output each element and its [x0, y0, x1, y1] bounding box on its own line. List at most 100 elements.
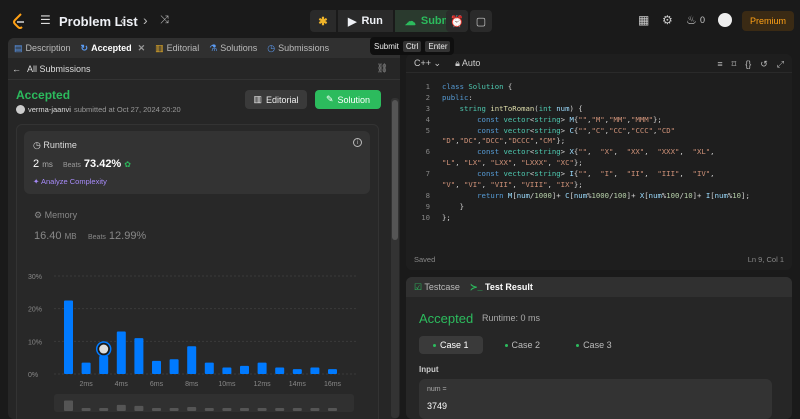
tab-test-result[interactable]: ≻_ Test Result: [470, 282, 533, 293]
clock-icon: ◷: [33, 140, 44, 150]
code-line[interactable]: "V", "VI", "VII", "VIII", "IX"};: [406, 180, 792, 191]
lock-icon: 🔒︎: [455, 57, 460, 68]
code-line[interactable]: 2 public:: [406, 93, 792, 104]
chart-bar: [222, 367, 232, 374]
info-icon[interactable]: i: [353, 138, 362, 147]
chart-bar: [134, 338, 144, 374]
tab-description[interactable]: ▤ Description: [14, 43, 71, 54]
code-text: }: [442, 201, 464, 211]
tab-solutions[interactable]: ⚗ Solutions: [209, 43, 257, 54]
braces-icon[interactable]: {}: [745, 59, 751, 70]
code-line[interactable]: 7 const vector<string> I{"", "I", "II", …: [406, 169, 792, 180]
shuffle-icon[interactable]: ⤨: [160, 14, 169, 27]
your-submission-avatar: [99, 344, 109, 354]
code-line[interactable]: 1 class Solution {: [406, 82, 792, 93]
settings-icon[interactable]: ⚙: [662, 13, 673, 27]
left-scrollbar-thumb[interactable]: [392, 100, 398, 240]
input-label: Input: [419, 365, 439, 374]
back-arrow-icon[interactable]: ←: [12, 64, 21, 74]
code-line[interactable]: 10};: [406, 213, 792, 224]
code-line[interactable]: 5 const vector<string> C{"","C","CC","CC…: [406, 126, 792, 137]
next-problem-icon[interactable]: ›: [143, 12, 148, 28]
bookmark-icon[interactable]: ⌑: [732, 59, 737, 70]
code-area[interactable]: 1 class Solution {2 public: 3 string intToR…: [406, 82, 792, 224]
username[interactable]: verma-jaanvi: [28, 105, 71, 114]
chart-bar: [310, 367, 320, 374]
link-icon[interactable]: ⛓: [377, 63, 388, 74]
chart-bar: [152, 360, 161, 374]
range-slider-bar: [134, 405, 144, 411]
leetcode-logo-icon[interactable]: [12, 13, 26, 29]
case-tab-1[interactable]: Case 1: [419, 336, 483, 354]
format-icon[interactable]: ≡: [717, 59, 722, 70]
tab-testcase[interactable]: ☑ Testcase: [414, 282, 460, 293]
code-line[interactable]: "D","DC","DCC","DCCC","CM"};: [406, 136, 792, 147]
x-tick-label: 10ms: [218, 381, 236, 388]
language-select[interactable]: C++ ⌄: [414, 58, 441, 69]
y-tick-label: 0%: [28, 372, 38, 379]
all-submissions-link[interactable]: All Submissions: [27, 64, 91, 74]
close-tab-icon[interactable]: ✕: [138, 43, 146, 54]
code-text: class Solution {: [442, 82, 513, 91]
premium-button[interactable]: Premium: [742, 11, 794, 31]
case-tabs: Case 1 Case 2 Case 3: [419, 336, 626, 354]
reset-icon[interactable]: ↺: [760, 59, 768, 70]
right-scrollbar[interactable]: [793, 54, 799, 419]
code-line[interactable]: 3 string intToRoman(int num) {: [406, 104, 792, 115]
saved-status: Saved: [414, 255, 436, 264]
code-text: };: [442, 212, 451, 222]
code-line[interactable]: 4 const vector<string> M{"","M","MM","MM…: [406, 115, 792, 126]
range-slider-bar: [310, 408, 320, 411]
submission-status: Accepted: [16, 88, 71, 102]
editorial-button[interactable]: ▥ Editorial: [245, 90, 307, 109]
solution-button[interactable]: ✎ Solution: [315, 90, 381, 109]
case-tab-2[interactable]: Case 2: [491, 336, 555, 354]
alarm-icon[interactable]: ⏰: [446, 10, 468, 32]
problem-list-icon[interactable]: ☰: [40, 14, 54, 26]
code-line[interactable]: "L", "LX", "LXX", "LXXX", "XC"};: [406, 158, 792, 169]
expand-icon[interactable]: ⤢: [777, 59, 784, 70]
range-slider-bar: [116, 404, 126, 411]
code-text: public:: [442, 92, 473, 102]
problem-list-link[interactable]: Problem List: [59, 14, 138, 29]
tab-submissions[interactable]: ◷ Submissions: [267, 43, 329, 54]
cursor-position: Ln 9, Col 1: [747, 255, 784, 264]
chart-bar: [116, 331, 126, 374]
tab-accepted[interactable]: ↻ Accepted ✕: [81, 43, 146, 54]
y-tick-label: 30%: [28, 274, 42, 281]
run-button[interactable]: ▶ Run: [338, 10, 393, 32]
line-number: 2: [425, 92, 430, 102]
streak-flame-icon[interactable]: ♨: [686, 13, 697, 27]
chart-bar: [328, 369, 337, 374]
code-line[interactable]: 9 }: [406, 202, 792, 213]
cloud-upload-icon: ☁: [404, 15, 416, 28]
code-line[interactable]: 6 const vector<string> X{"", "X", "XX", …: [406, 147, 792, 158]
runtime-card[interactable]: ◷ Runtime i 2 ms Beats 73.42% ✿ ✦ Analyze…: [24, 131, 370, 194]
left-scrollbar[interactable]: [391, 98, 399, 418]
y-tick-label: 10%: [28, 339, 42, 346]
y-tick-label: 20%: [28, 307, 42, 314]
analyze-complexity-link[interactable]: ✦ Analyze Complexity: [33, 177, 107, 186]
line-number: 3: [425, 103, 430, 113]
memory-label[interactable]: ⚙ Memory: [34, 210, 77, 221]
case-tab-3[interactable]: Case 3: [562, 336, 626, 354]
prev-problem-icon[interactable]: ‹: [120, 12, 125, 28]
runtime-value: 2 ms: [33, 158, 53, 170]
note-icon[interactable]: ▢: [470, 10, 492, 32]
result-runtime: Runtime: 0 ms: [482, 313, 541, 323]
play-icon: ▶: [348, 15, 357, 28]
code-text: const vector<string> M{"","M","MM","MMM"…: [477, 114, 662, 124]
avatar[interactable]: [718, 13, 732, 27]
chart-bar: [81, 362, 91, 374]
auto-mode[interactable]: 🔒︎ Auto: [455, 58, 480, 69]
layout-icon[interactable]: ▦: [638, 13, 649, 27]
test-panel: ☑ Testcase ≻_ Test Result Accepted Runti…: [406, 277, 792, 419]
tab-editorial[interactable]: ▥ Editorial: [155, 43, 199, 54]
code-text: return M[num/1000]+ C[num%1000/100]+ X[n…: [477, 190, 750, 200]
range-slider-bar: [99, 408, 109, 411]
debug-icon[interactable]: ✱: [310, 10, 336, 32]
result-status: Accepted: [419, 311, 474, 326]
code-line[interactable]: 8 return M[num/1000]+ C[num%1000/100]+ X…: [406, 191, 792, 202]
line-number: 10: [421, 212, 430, 222]
user-avatar[interactable]: [16, 105, 25, 114]
